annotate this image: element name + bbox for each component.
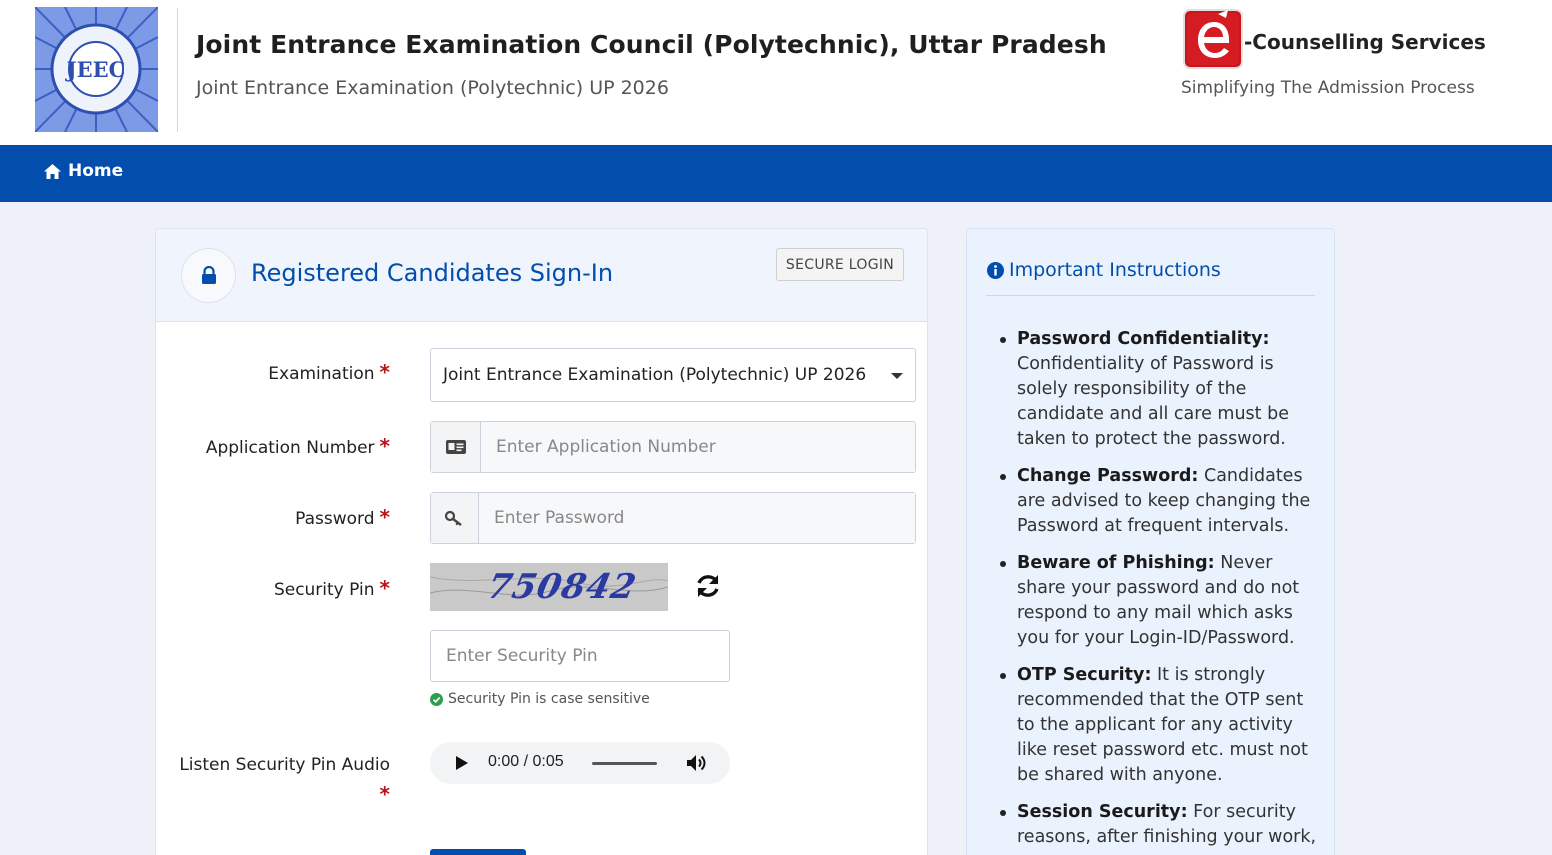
- captcha-image: 750842: [430, 563, 668, 611]
- examination-selected-value: Joint Entrance Examination (Polytechnic)…: [443, 365, 867, 385]
- instruction-item: OTP Security: It is strongly recommended…: [1000, 663, 1317, 788]
- volume-icon[interactable]: [686, 753, 708, 773]
- security-pin-input[interactable]: [430, 630, 730, 682]
- password-input[interactable]: [479, 493, 915, 543]
- instruction-item: Change Password: Candidates are advised …: [1000, 464, 1317, 539]
- instruction-item: Password Confidentiality: Confidentialit…: [1000, 327, 1317, 452]
- play-icon[interactable]: [456, 756, 468, 770]
- page-subtitle: Joint Entrance Examination (Polytechnic)…: [196, 77, 669, 99]
- signin-title: Registered Candidates Sign-In: [251, 259, 614, 287]
- e-counselling-logo-icon: [1182, 8, 1246, 70]
- signin-card: Registered Candidates Sign-In SECURE LOG…: [155, 228, 928, 855]
- examination-label: Examination *: [268, 360, 390, 384]
- signin-card-header: Registered Candidates Sign-In SECURE LOG…: [156, 229, 927, 322]
- lock-badge: [181, 248, 236, 303]
- instructions-title: Important Instructions: [987, 259, 1221, 281]
- examination-select[interactable]: Joint Entrance Examination (Polytechnic)…: [430, 348, 916, 402]
- application-number-group: [430, 421, 916, 473]
- info-icon: [987, 261, 1004, 279]
- page-title: Joint Entrance Examination Council (Poly…: [196, 30, 1107, 59]
- password-label: Password *: [295, 505, 390, 529]
- instructions-list: Password Confidentiality: Confidentialit…: [1000, 327, 1317, 855]
- id-card-icon: [431, 422, 481, 472]
- svg-text:JEEC: JEEC: [65, 57, 126, 82]
- jeec-logo: JEEC: [35, 7, 158, 132]
- required-mark: *: [379, 576, 390, 600]
- refresh-captcha-button[interactable]: [693, 571, 723, 601]
- header-divider: [177, 8, 178, 132]
- required-mark: *: [379, 360, 390, 384]
- key-icon: [431, 493, 479, 543]
- audio-label: Listen Security Pin Audio *: [179, 755, 390, 806]
- refresh-icon: [697, 575, 719, 597]
- lock-icon: [201, 266, 216, 284]
- main-navbar: Home: [0, 145, 1552, 202]
- security-pin-label: Security Pin *: [273, 576, 390, 600]
- home-icon: [44, 163, 61, 179]
- audio-time: 0:00 / 0:05: [488, 753, 564, 770]
- required-mark: *: [379, 782, 390, 806]
- instructions-divider: [986, 295, 1315, 296]
- submit-button[interactable]: [430, 849, 526, 855]
- chevron-down-icon: [891, 373, 903, 379]
- nav-home-label: Home: [68, 161, 124, 181]
- nav-home-link[interactable]: Home: [44, 161, 123, 181]
- application-number-label: Application Number *: [205, 434, 390, 458]
- e-counselling-title: -Counselling Services: [1244, 30, 1486, 54]
- captcha-text: 750842: [483, 567, 641, 607]
- password-group: [430, 492, 916, 544]
- pin-note: Security Pin is case sensitive: [430, 691, 650, 707]
- audio-progress-slider[interactable]: [592, 762, 657, 765]
- instruction-item: Beware of Phishing: Never share your pas…: [1000, 551, 1317, 651]
- instruction-item: Session Security: For security reasons, …: [1000, 800, 1317, 850]
- e-counselling-tagline: Simplifying The Admission Process: [1181, 78, 1475, 98]
- instructions-panel: Important Instructions Password Confiden…: [966, 228, 1335, 855]
- application-number-input[interactable]: [481, 422, 915, 472]
- required-mark: *: [379, 505, 390, 529]
- check-circle-icon: [430, 692, 443, 706]
- secure-login-badge: SECURE LOGIN: [776, 248, 904, 281]
- site-header: JEEC Joint Entrance Examination Council …: [0, 0, 1552, 145]
- audio-player: 0:00 / 0:05: [430, 742, 730, 784]
- required-mark: *: [379, 434, 390, 458]
